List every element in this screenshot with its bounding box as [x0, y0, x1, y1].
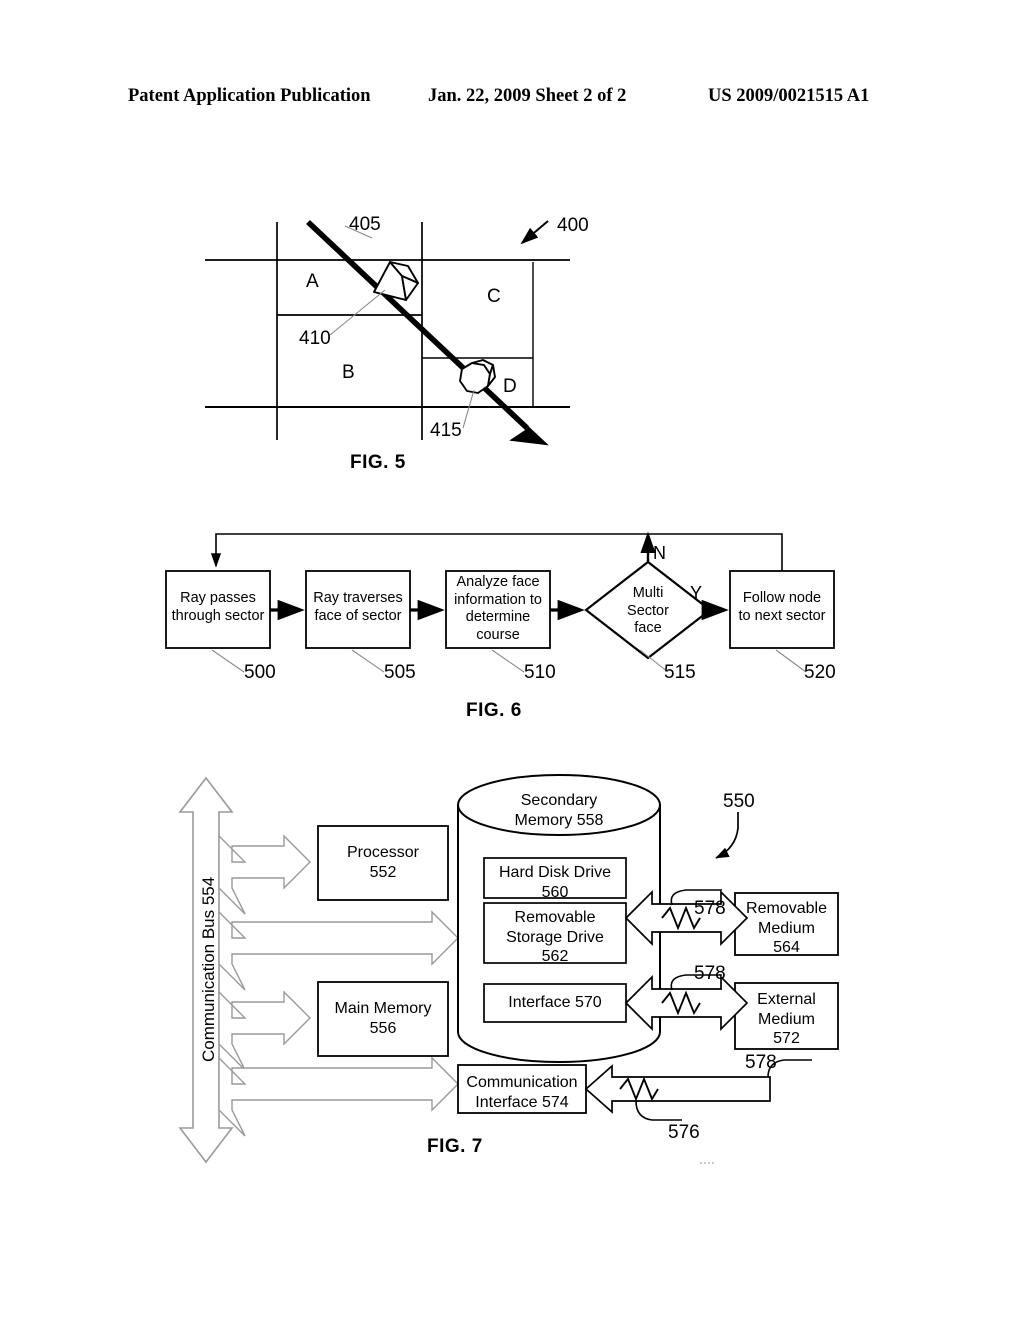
fig6-decision-line3: face	[634, 620, 662, 637]
fig6-ref-520: 520	[804, 662, 836, 683]
fig7-removable-medium-line1: Removable	[746, 900, 827, 917]
fig5-caption: FIG. 5	[350, 452, 406, 473]
fig5-ref-405: 405	[349, 214, 381, 235]
fig7-processor-line1: Processor	[346, 844, 420, 861]
fig6-ref-515: 515	[664, 662, 696, 683]
fig6-ref-505: 505	[384, 662, 416, 683]
fig7-hard-disk-line2: 560	[541, 883, 569, 901]
fig6-decision-515-text: Multi Sector face	[608, 585, 688, 638]
fig7-hard-disk-line1: Hard Disk Drive	[498, 864, 611, 881]
fig6-step-510-line1: Analyze face	[456, 574, 540, 590]
fig6-step-505-line2: face of sector	[314, 607, 402, 624]
header-center-date-sheet: Jan. 22, 2009 Sheet 2 of 2	[428, 86, 627, 106]
fig7-interface-570-text: Interface 570	[508, 994, 602, 1011]
fig7-external-medium-text: External Medium 572	[735, 990, 838, 1049]
fig7-ref-578-removable: 578	[694, 898, 726, 919]
fig7-comm-interface-line1: Communication	[466, 1074, 578, 1091]
fig7-main-memory-line2: 556	[369, 1019, 397, 1037]
fig7-secondary-memory-line2: Memory 558	[514, 811, 604, 829]
fig7-removable-drive-line2: Storage Drive	[506, 928, 604, 946]
fig7-ref-576: 576	[668, 1122, 700, 1143]
fig6-step-520-line1: Follow node	[742, 590, 822, 606]
fig7-secondary-memory-text: Secondary Memory 558	[474, 791, 644, 830]
fig7-external-channel-zigzag	[661, 990, 701, 1016]
fig7-ref-550: 550	[723, 791, 755, 812]
fig6-step-510-line2: information to	[454, 591, 542, 608]
fig7-main-memory-text: Main Memory 556	[318, 999, 448, 1038]
fig5-sector-label-c: C	[487, 286, 501, 307]
fig5-ref-415: 415	[430, 420, 462, 441]
fig6-step-510-line4: course	[476, 627, 520, 644]
fig6-step-510-text: Analyze face information to determine co…	[446, 574, 550, 645]
fig5-ray-arrow	[306, 219, 549, 446]
fig6-step-505-text: Ray traverses face of sector	[306, 590, 410, 625]
fig6-step-500-line2: through sector	[171, 607, 265, 624]
fig7-hard-disk-text: Hard Disk Drive 560	[484, 863, 626, 902]
fig6-leader-lines	[211, 649, 807, 673]
fig6-branch-no-label: N	[653, 543, 666, 563]
fig7-external-medium-line2: Medium	[758, 1010, 815, 1028]
fig5-sector-label-a: A	[306, 271, 319, 292]
fig6-step-520-text: Follow node to next sector	[730, 590, 834, 625]
fig7-system-pointer	[715, 812, 739, 859]
fig7-removable-medium-line2: Medium	[758, 919, 815, 937]
fig6-step-510-line3: determine	[465, 609, 531, 626]
fig5-ref-410: 410	[299, 328, 331, 349]
fig7-comm-interface-text: Communication Interface 574	[458, 1073, 586, 1112]
figure-vector-layer	[0, 0, 1024, 1320]
fig7-external-channel	[624, 974, 749, 1032]
fig7-removable-medium-text: Removable Medium 564	[735, 899, 838, 958]
fig7-ref-578-external: 578	[694, 963, 726, 984]
fig5-grid	[205, 222, 570, 440]
fig7-ref-578-comm: 578	[745, 1052, 777, 1073]
fig5-sector-label-d: D	[503, 376, 517, 397]
patent-page: Patent Application Publication Jan. 22, …	[0, 0, 1024, 1320]
fig6-step-520-line2: to next sector	[738, 607, 826, 624]
fig6-decision-line1: Multi	[632, 585, 664, 601]
fig7-removable-drive-line1: Removable	[514, 909, 596, 926]
fig7-secondary-memory-line1: Secondary	[520, 792, 598, 809]
fig6-step-505-line1: Ray traverses	[313, 590, 403, 606]
fig7-removable-drive-line3: 562	[541, 948, 569, 966]
header-left-title: Patent Application Publication	[128, 86, 371, 106]
fig7-comm-interface-line2: Interface 574	[475, 1093, 569, 1111]
fig7-bus-label: Communication Bus 554	[199, 876, 218, 1062]
fig5-ref-400: 400	[557, 215, 589, 236]
fig7-external-medium-line3: 572	[773, 1030, 800, 1048]
fig7-comm-channel-zigzag	[619, 1076, 659, 1102]
fig5-leader-lines	[329, 225, 475, 429]
fig6-step-500-line1: Ray passes	[180, 590, 256, 606]
fig5-octagon-object	[459, 359, 496, 394]
fig7-comm-channel	[584, 1064, 771, 1114]
fig5-scene-pointer	[520, 220, 549, 245]
fig7-caption: FIG. 7	[427, 1136, 483, 1157]
fig7-main-memory-line1: Main Memory	[334, 1000, 432, 1017]
fig5-sector-label-b: B	[342, 362, 355, 383]
fig7-removable-channel	[624, 889, 749, 947]
fig6-step-500-text: Ray passes through sector	[166, 590, 270, 625]
fig6-decision-line2: Sector	[627, 602, 669, 619]
fig7-processor-line2: 552	[369, 863, 397, 881]
fig7-removable-medium-line3: 564	[773, 939, 800, 957]
fig6-ref-510: 510	[524, 662, 556, 683]
fig7-external-medium-line1: External	[757, 991, 816, 1008]
fig6-caption: FIG. 6	[466, 700, 522, 721]
header-right-publication-number: US 2009/0021515 A1	[708, 86, 870, 106]
fig7-removable-drive-text: Removable Storage Drive 562	[484, 908, 626, 967]
fig7-processor-text: Processor 552	[318, 843, 448, 882]
fig5-prism-object	[373, 261, 419, 301]
fig6-ref-500: 500	[244, 662, 276, 683]
fig6-branch-yes-label: Y	[690, 583, 703, 603]
